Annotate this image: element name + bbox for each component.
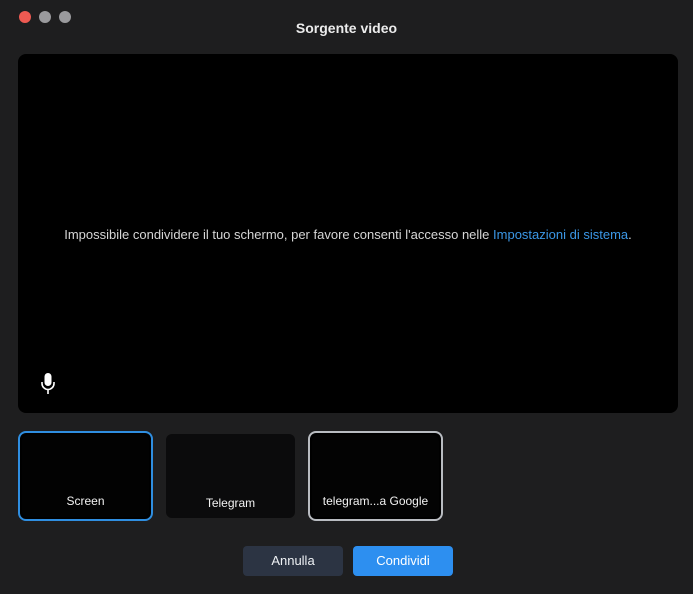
- source-telegram[interactable]: Telegram: [166, 434, 295, 518]
- source-telegram-google[interactable]: telegram...a Google: [308, 431, 443, 521]
- source-label: Telegram: [205, 496, 256, 510]
- source-label: Screen: [66, 494, 105, 508]
- permission-message-text: Impossibile condividere il tuo schermo, …: [64, 227, 494, 242]
- permission-message: Impossibile condividere il tuo schermo, …: [18, 227, 678, 242]
- system-settings-link[interactable]: Impostazioni di sistema: [493, 227, 628, 242]
- video-preview: Impossibile condividere il tuo schermo, …: [18, 54, 678, 413]
- video-source-dialog: Sorgente video Impossibile condividere i…: [0, 0, 693, 594]
- cancel-button[interactable]: Annulla: [243, 546, 343, 576]
- source-screen[interactable]: Screen: [18, 431, 153, 521]
- source-label: telegram...a Google: [322, 494, 429, 508]
- permission-message-end: .: [628, 227, 632, 242]
- dialog-title: Sorgente video: [295, 20, 398, 36]
- microphone-icon[interactable]: [40, 372, 56, 396]
- share-button[interactable]: Condividi: [353, 546, 453, 576]
